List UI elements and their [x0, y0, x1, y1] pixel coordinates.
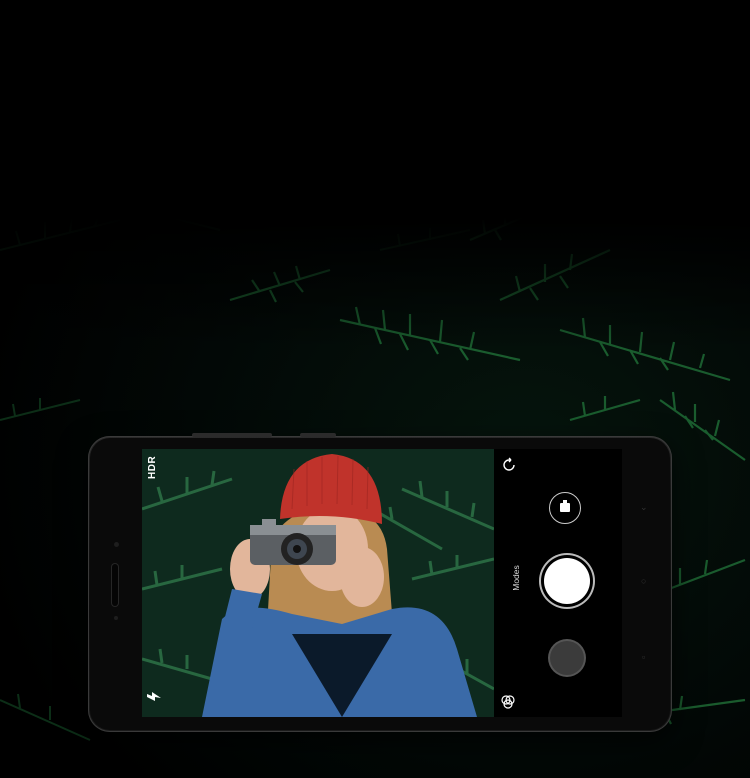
hero-background: HDR Modes ⌄ ○ ▫ [0, 0, 750, 778]
filters-icon[interactable] [500, 694, 516, 710]
rotate-camera-icon[interactable] [501, 457, 517, 473]
modes-button[interactable]: Modes [511, 564, 521, 592]
menu-key-icon[interactable]: ▫ [642, 652, 645, 662]
shutter-button[interactable] [544, 558, 590, 604]
proximity-sensor [114, 616, 118, 620]
camera-controls-panel: Modes [494, 449, 622, 717]
home-key-icon[interactable]: ○ [641, 576, 646, 586]
hdr-toggle[interactable]: HDR [147, 456, 158, 479]
back-key-icon[interactable]: ⌄ [640, 502, 648, 513]
phone-screen: HDR Modes [142, 449, 622, 717]
earpiece-speaker [112, 564, 118, 606]
video-record-button[interactable] [549, 492, 581, 524]
camera-viewfinder[interactable]: HDR [142, 449, 494, 717]
gallery-thumbnail[interactable] [550, 641, 584, 675]
viewfinder-photo [142, 449, 494, 717]
flash-auto-icon[interactable] [146, 687, 164, 705]
video-camera-icon [560, 500, 570, 512]
front-camera [114, 542, 119, 547]
